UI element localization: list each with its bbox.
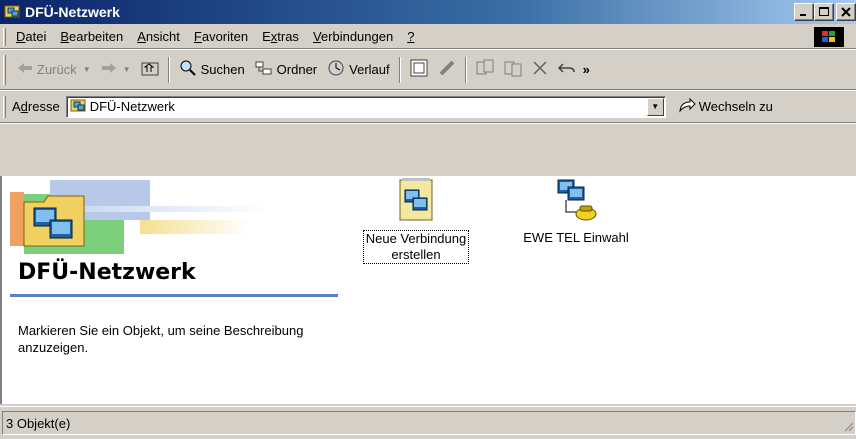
disconnect-icon xyxy=(438,59,456,80)
chevron-down-icon: ▼ xyxy=(651,102,660,111)
address-input[interactable]: DFÜ-Netzwerk ▼ xyxy=(65,95,666,118)
move-to-icon xyxy=(476,59,494,80)
toolbar-overflow-button[interactable]: » xyxy=(581,55,592,85)
maximize-button[interactable] xyxy=(814,3,834,21)
go-button[interactable]: Wechseln zu xyxy=(678,97,773,116)
address-label: Adresse xyxy=(12,99,60,114)
status-text: 3 Objekt(e) xyxy=(2,411,856,435)
toolbar-separator xyxy=(398,56,401,83)
history-button[interactable]: Verlauf xyxy=(322,55,394,85)
title-bar[interactable]: DFÜ-Netzwerk xyxy=(0,0,856,24)
address-bar: Adresse DFÜ-Netzwerk ▼ Wechseln zu xyxy=(0,91,856,123)
address-dropdown-button[interactable]: ▼ xyxy=(646,97,664,116)
dialup-folder-icon xyxy=(4,3,20,22)
properties-icon xyxy=(410,59,428,80)
search-button[interactable]: Suchen xyxy=(174,55,250,85)
folder-view[interactable]: DFÜ-Netzwerk Markieren Sie ein Objekt, u… xyxy=(0,176,856,404)
panel-title: DFÜ-Netzwerk xyxy=(18,260,196,285)
forward-arrow-icon xyxy=(101,62,117,77)
panel-title-rule xyxy=(10,294,338,297)
copy-to-button[interactable] xyxy=(499,55,527,85)
menu-extras[interactable]: Extras xyxy=(256,27,305,46)
addressbar-grip[interactable] xyxy=(3,95,6,118)
toolbar-separator xyxy=(464,56,467,83)
menubar-grip[interactable] xyxy=(3,27,6,46)
folders-button[interactable]: Ordner xyxy=(250,55,322,85)
delete-button[interactable] xyxy=(527,55,553,85)
status-bar: 3 Objekt(e) xyxy=(0,406,856,439)
menu-help[interactable]: ? xyxy=(401,27,420,46)
go-arrow-icon xyxy=(678,97,696,116)
folder-tree-icon xyxy=(255,60,273,79)
close-button[interactable] xyxy=(836,3,856,21)
dialup-folder-icon xyxy=(22,192,86,251)
connection-label: EWE TEL Einwahl xyxy=(523,230,629,245)
undo-icon xyxy=(557,61,576,78)
windows-logo-icon xyxy=(814,27,844,47)
history-icon xyxy=(327,59,345,80)
back-arrow-icon xyxy=(17,62,33,77)
panel-description: Markieren Sie ein Objekt, um seine Besch… xyxy=(18,323,304,355)
dialup-connection-icon xyxy=(496,176,656,224)
menu-bearbeiten[interactable]: Bearbeiten xyxy=(54,27,129,46)
menu-verbindungen[interactable]: Verbindungen xyxy=(307,27,399,46)
toolbar-grip[interactable] xyxy=(3,54,6,85)
new-connection-icon xyxy=(346,176,486,224)
chevron-down-icon[interactable]: ▼ xyxy=(83,65,91,74)
back-button[interactable]: Zurück ▼ xyxy=(12,55,96,85)
dialup-folder-icon xyxy=(70,97,86,116)
copy-to-icon xyxy=(504,59,522,80)
up-folder-icon xyxy=(141,60,159,79)
resize-grip-icon[interactable] xyxy=(842,420,854,435)
toolbar-separator xyxy=(167,56,170,83)
menu-bar: Datei Bearbeiten Ansicht Favoriten Extras Ver… xyxy=(0,25,856,49)
menu-favoriten[interactable]: Favoriten xyxy=(188,27,254,46)
up-folder-button[interactable] xyxy=(136,55,164,85)
disconnect-button[interactable] xyxy=(433,55,461,85)
search-icon xyxy=(179,59,197,80)
address-value: DFÜ-Netzwerk xyxy=(89,99,175,114)
minimize-button[interactable] xyxy=(794,3,814,21)
forward-button[interactable]: ▼ xyxy=(96,55,136,85)
chevron-down-icon[interactable]: ▼ xyxy=(123,65,131,74)
delete-icon xyxy=(532,60,548,79)
menu-ansicht[interactable]: Ansicht xyxy=(131,27,186,46)
new-connection-item[interactable]: Neue Verbindung erstellen xyxy=(346,176,486,264)
properties-button[interactable] xyxy=(405,55,433,85)
standard-toolbar: Zurück ▼ ▼ Suchen Ordner Verlauf » xyxy=(0,50,856,90)
menu-datei[interactable]: Datei xyxy=(10,27,52,46)
move-to-button[interactable] xyxy=(471,55,499,85)
new-connection-label: Neue Verbindung erstellen xyxy=(362,230,470,264)
window-title: DFÜ-Netzwerk xyxy=(25,4,120,20)
undo-button[interactable] xyxy=(553,55,581,85)
connection-item[interactable]: EWE TEL Einwahl xyxy=(496,176,656,246)
